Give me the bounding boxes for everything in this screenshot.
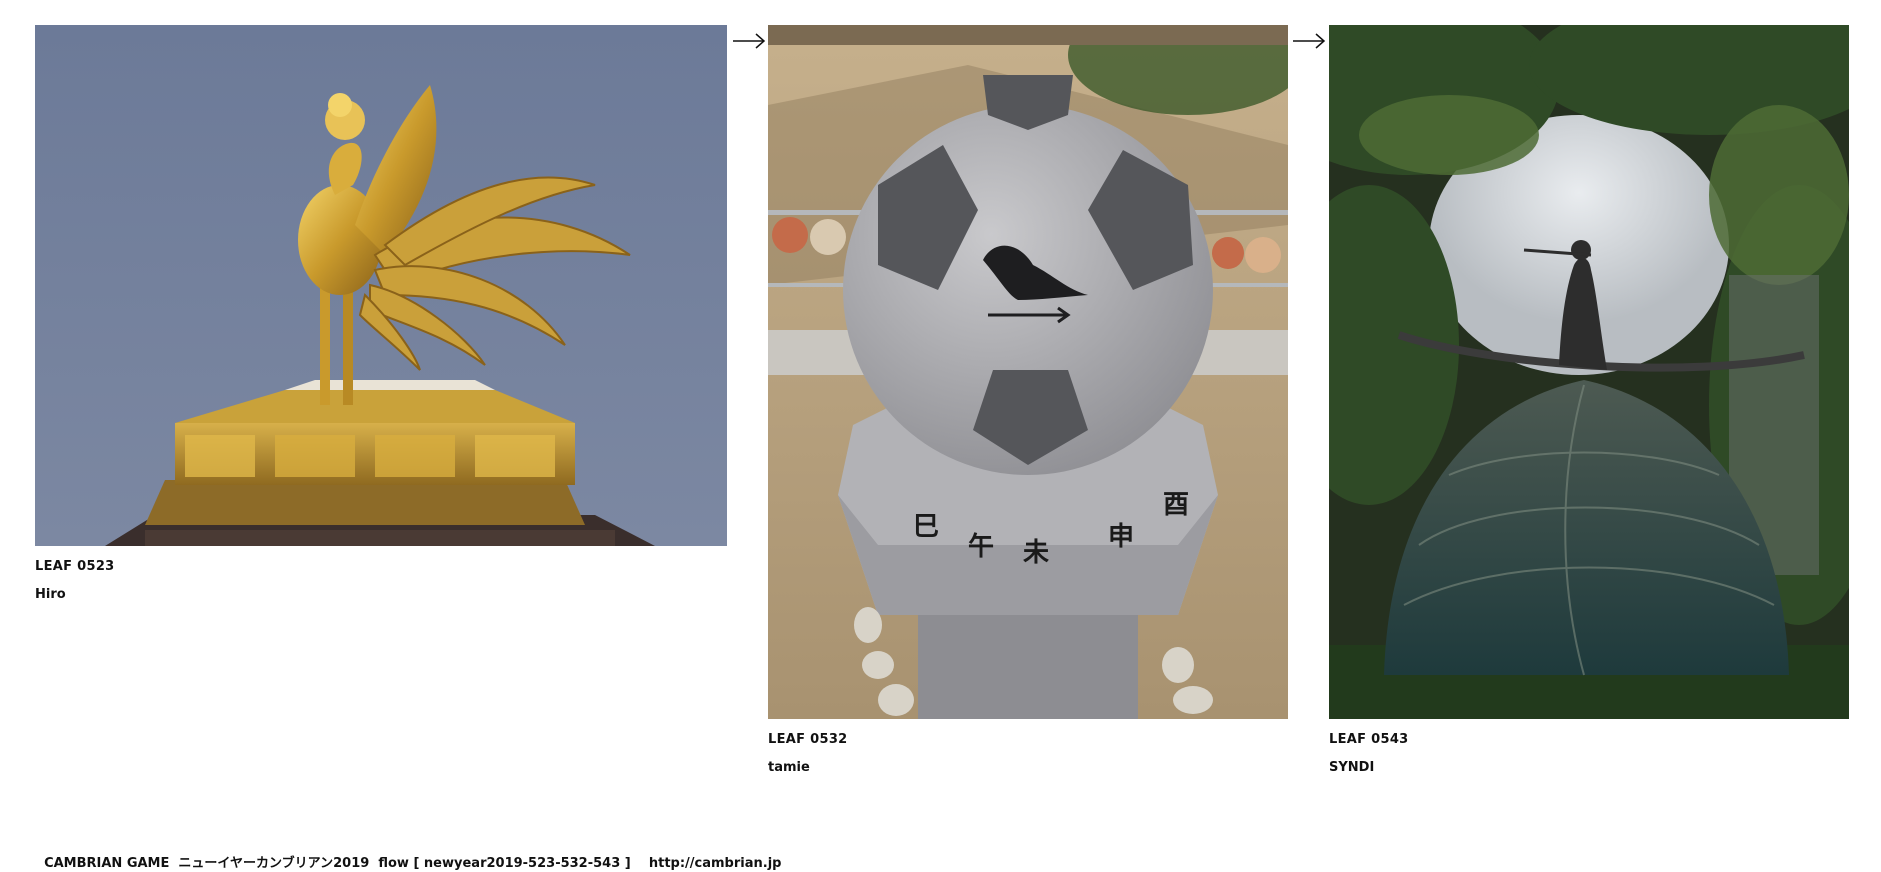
leaf-id-label: LEAF 0532 xyxy=(768,732,848,747)
inscription-char: 申 xyxy=(1108,522,1134,552)
leaf-photo[interactable] xyxy=(1329,25,1849,719)
phoenix-photo-image xyxy=(35,25,727,546)
leaf-author-name[interactable]: Hiro xyxy=(35,587,727,603)
leaf-author-name[interactable]: tamie xyxy=(768,760,1288,776)
game-title-link[interactable]: CAMBRIAN GAME ニューイヤーカンブリアン2019 flow [ ne… xyxy=(44,856,631,871)
soccer-ball-monument-photo-image: 巳 午 未 申 酉 xyxy=(768,25,1288,719)
inscription-char: 酉 xyxy=(1163,490,1189,520)
right-arrow-icon xyxy=(1293,33,1326,49)
inscription-char: 未 xyxy=(1023,538,1049,568)
flute-statue-photo-image xyxy=(1329,25,1849,719)
leaf-card-0532: 巳 午 未 申 酉 LEAF 0532 tamie xyxy=(768,25,1288,776)
leaf-photo[interactable] xyxy=(35,25,727,546)
leaf-author-name[interactable]: SYNDI xyxy=(1329,760,1849,776)
leaf-id-label: LEAF 0543 xyxy=(1329,732,1409,747)
right-arrow-icon xyxy=(733,33,766,49)
leaf-card-0543: LEAF 0543 SYNDI xyxy=(1329,25,1849,776)
leaf-id-label: LEAF 0523 xyxy=(35,559,115,574)
inscription-char: 午 xyxy=(968,531,994,562)
inscription-char: 巳 xyxy=(913,512,939,542)
footer-spacer xyxy=(631,856,649,871)
leaf-card-0523: LEAF 0523 Hiro xyxy=(35,25,727,603)
site-url-link[interactable]: http://cambrian.jp xyxy=(649,856,782,871)
footer: CAMBRIAN GAME ニューイヤーカンブリアン2019 flow [ ne… xyxy=(35,840,781,872)
leaf-photo[interactable]: 巳 午 未 申 酉 xyxy=(768,25,1288,719)
